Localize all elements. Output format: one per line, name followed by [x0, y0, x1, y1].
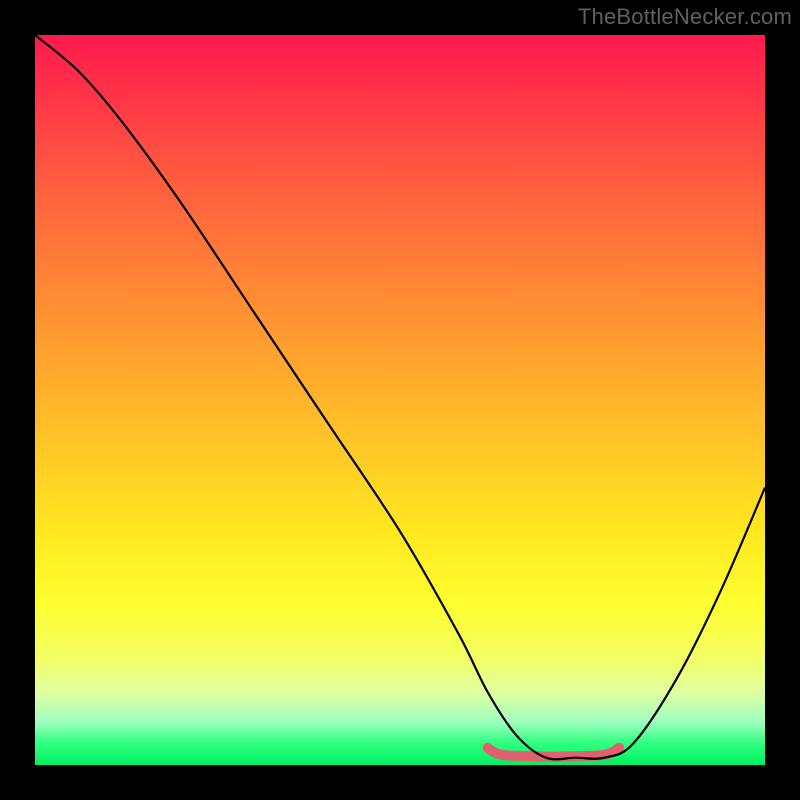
watermark-text: TheBottleNecker.com	[578, 4, 792, 30]
chart-svg	[35, 35, 765, 765]
bottleneck-curve-line	[35, 35, 765, 759]
optimal-band-marker	[488, 748, 619, 757]
chart-frame: TheBottleNecker.com	[0, 0, 800, 800]
plot-area	[35, 35, 765, 765]
